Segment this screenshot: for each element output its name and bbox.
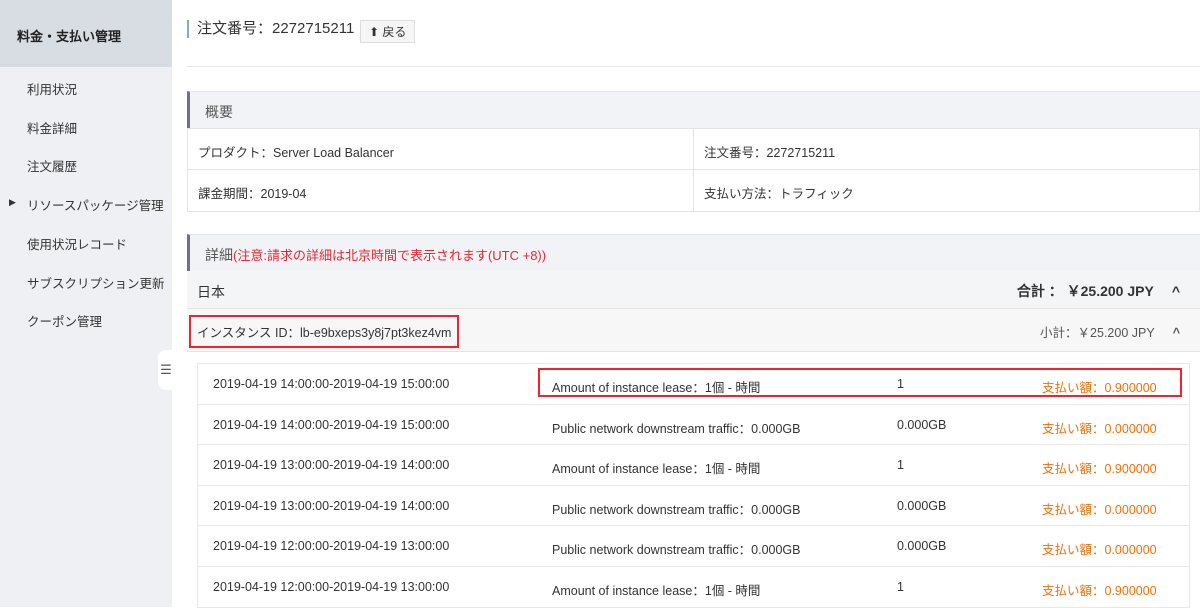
row-qty: 1 [897,579,904,594]
sidebar-item-subscription-renewal[interactable]: サブスクリプション更新 [27,273,165,292]
row-desc: Amount of instance lease：1個 - 時間 [552,583,761,598]
row-qty: 0.000GB [897,498,947,513]
row-desc: Amount of instance lease：1個 - 時間 [552,381,761,395]
row-amount: 支払い額：0.000000 [1042,543,1157,558]
row-time: 2019-04-19 13:00:00-2019-04-19 14:00:00 [213,498,450,513]
row-amount: 支払い額：0.000000 [1042,502,1157,517]
timezone-note: (注意:請求の詳細は北京時間で表示されます(UTC +8)) [233,248,547,263]
region-row[interactable]: 日本 合計 ： ￥25.200 JPY ^ [187,271,1200,309]
row-amount: 支払い額：0.900000 [1042,583,1157,598]
detail-title: 詳細 [205,247,233,263]
row-qty: 0.000GB [897,417,947,432]
back-button[interactable]: ⬆ 戻る [360,20,416,43]
row-desc: Amount of instance lease：1個 - 時間 [552,462,761,477]
row-time: 2019-04-19 14:00:00-2019-04-19 15:00:00 [213,377,450,391]
row-qty: 1 [897,377,904,391]
table-row: 2019-04-19 13:00:00-2019-04-19 14:00:00 A… [198,445,1189,486]
payment-method: 支払い方法：トラフィック [704,187,854,201]
row-amount: 支払い額：0.900000 [1042,462,1157,477]
detail-header: 詳細(注意:請求の詳細は北京時間で表示されます(UTC +8)) [187,234,1200,271]
region-name: 日本 [197,284,225,300]
instance-id: インスタンス ID：lb-e9bxeps3y8j7pt3kez4vm [189,315,460,348]
back-label: 戻る [382,25,407,39]
sidebar: 料金・支払い管理 利用状況 料金詳細 注文履歴 ▶ リソースパッケージ管理 使用… [0,0,174,607]
sidebar-item-order-history[interactable]: 注文履歴 [27,156,77,175]
table-row: 2019-04-19 12:00:00-2019-04-19 13:00:00 P… [198,526,1189,567]
row-time: 2019-04-19 13:00:00-2019-04-19 14:00:00 [213,458,450,473]
detail-list: 2019-04-19 14:00:00-2019-04-19 15:00:00 A… [197,363,1190,608]
chevron-up-icon[interactable]: ^ [1172,283,1180,299]
row-amount: 支払い額：0.000000 [1042,421,1157,436]
table-row: 2019-04-19 14:00:00-2019-04-19 15:00:00 P… [198,405,1189,446]
row-desc: Public network downstream traffic：0.000G… [552,502,801,517]
instance-row[interactable]: インスタンス ID：lb-e9bxeps3y8j7pt3kez4vm 小計：￥2… [187,309,1200,352]
row-qty: 1 [897,458,904,473]
overview-table: プロダクト：Server Load Balancer 注文番号：227271521… [187,128,1200,212]
sidebar-collapse-icon[interactable]: ☰ [158,350,174,390]
billing-period: 課金期間：2019-04 [188,170,694,211]
divider [187,66,1200,67]
table-row: 2019-04-19 13:00:00-2019-04-19 14:00:00 P… [198,486,1189,527]
page-title: 注文番号：2272715211 [187,20,354,38]
sidebar-item-resource-packages[interactable]: リソースパッケージ管理 [27,195,164,214]
sidebar-item-usage-records[interactable]: 使用状況レコード [27,234,127,253]
caret-right-icon[interactable]: ▶ [9,197,16,208]
total-amount: 合計 ： ￥25.200 JPY [1016,283,1154,299]
sidebar-item-usage[interactable]: 利用状況 [27,79,77,98]
arrow-up-icon: ⬆ [369,25,380,39]
row-qty: 0.000GB [897,539,947,554]
subtotal: 小計：￥25.200 JPY [1040,326,1155,340]
row-amount: 支払い額：0.900000 [1042,381,1157,395]
row-desc: Public network downstream traffic：0.000G… [552,543,801,558]
order-number: 注文番号：2272715211 [704,146,836,160]
sidebar-title: 料金・支払い管理 [0,0,172,67]
chevron-up-icon[interactable]: ^ [1173,326,1180,340]
table-row: 2019-04-19 12:00:00-2019-04-19 13:00:00 A… [198,567,1189,608]
table-row: 2019-04-19 14:00:00-2019-04-19 15:00:00 A… [198,364,1189,405]
sidebar-item-coupons[interactable]: クーポン管理 [27,311,102,330]
row-desc: Public network downstream traffic：0.000G… [552,421,801,436]
overview-header: 概要 [187,91,1200,128]
product: プロダクト：Server Load Balancer [188,129,694,169]
row-time: 2019-04-19 12:00:00-2019-04-19 13:00:00 [213,579,450,594]
row-time: 2019-04-19 14:00:00-2019-04-19 15:00:00 [213,417,450,432]
sidebar-item-billing-details[interactable]: 料金詳細 [27,118,77,137]
row-time: 2019-04-19 12:00:00-2019-04-19 13:00:00 [213,539,450,554]
